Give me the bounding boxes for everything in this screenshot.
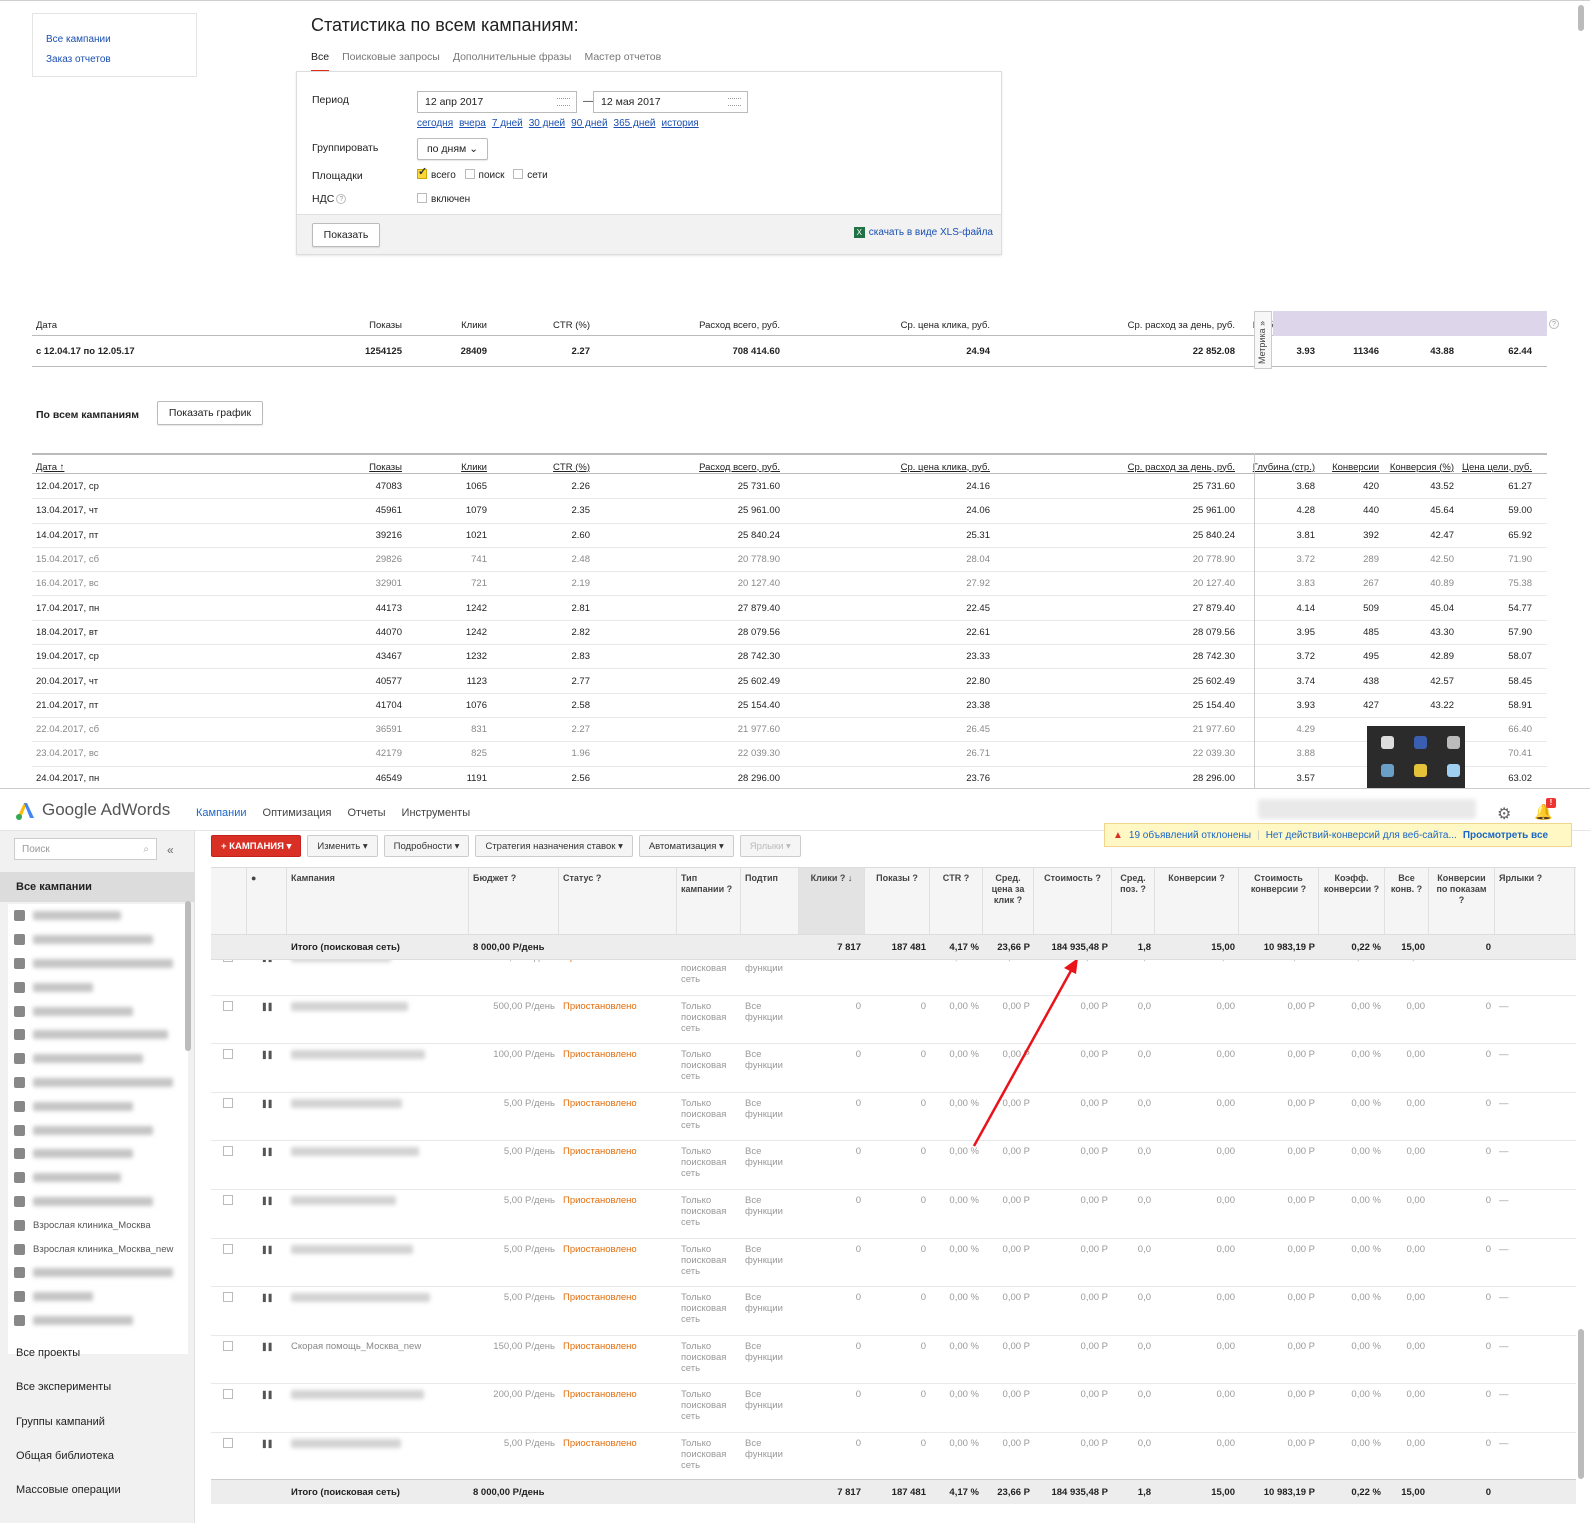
total-cell: 0,22 % <box>1351 941 1381 953</box>
total-cell: 4,17 % <box>949 941 979 953</box>
total-cell: 184 935,48 Р <box>1051 941 1108 953</box>
total-cell: 7 817 <box>837 941 861 953</box>
total-cell: 10 983,19 Р <box>1263 941 1315 953</box>
total-cell: 1,8 <box>1137 941 1151 953</box>
annotation-arrow <box>972 958 1078 1147</box>
total-cell: 23,66 Р <box>997 941 1030 953</box>
total-cell: 0 <box>1485 941 1491 953</box>
total-cell: 187 481 <box>891 941 926 953</box>
total-cell: 15,00 <box>1401 941 1425 953</box>
arrow-line <box>972 966 1075 1147</box>
campaigns-total-row: Итого (поисковая сеть) 8 000,00 Р/день 7 8… <box>211 935 1576 960</box>
total-label: Итого (поисковая сеть) <box>291 941 400 953</box>
total-budget: 8 000,00 Р/день <box>473 941 545 953</box>
total-cell: 15,00 <box>1211 941 1235 953</box>
screenshot-composite: Все кампании Заказ отчетов Статистика по… <box>0 0 1590 1523</box>
